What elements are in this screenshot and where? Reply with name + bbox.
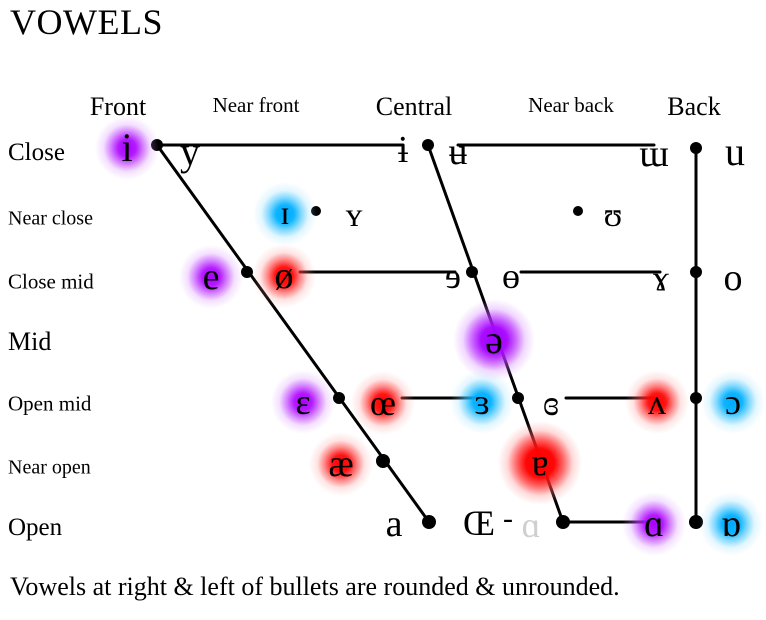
vowel-symbol[interactable]: ø — [275, 257, 294, 295]
vowel-symbol[interactable]: œ — [370, 385, 396, 421]
vowel-symbol[interactable]: ɐ — [532, 444, 549, 482]
vowel-symbol[interactable]: ʊ — [604, 199, 623, 233]
row-label-near-close: Near close — [8, 207, 93, 230]
vowel-symbol[interactable]: ɪ — [280, 197, 289, 231]
column-header-back: Back — [667, 92, 721, 121]
vowel-symbol[interactable]: ɞ — [543, 385, 559, 421]
vowel-symbol[interactable]: e — [203, 258, 220, 296]
row-label-open-mid: Open mid — [8, 391, 92, 416]
vowel-symbol[interactable]: ɤ — [653, 260, 669, 296]
vowel-symbol[interactable]: ʌ — [648, 384, 666, 420]
bullet-openmid-front — [333, 392, 345, 404]
page-title: VOWELS — [10, 2, 163, 42]
column-header-front: Front — [89, 92, 147, 121]
vowel-symbol[interactable]: ɒ — [721, 505, 741, 543]
bullet-close-front — [151, 139, 163, 151]
row-label-open: Open — [8, 514, 63, 541]
vowel-symbol[interactable]: ɑ — [522, 507, 541, 543]
bullet-open-back — [689, 515, 703, 529]
bullet-closemid-front — [241, 266, 253, 278]
vowel-symbol[interactable]: ɑ — [644, 505, 664, 543]
bullet-nearclose-back — [573, 206, 583, 216]
vowel-symbol[interactable]: ɘ — [445, 258, 461, 294]
vowel-chart: VOWELS Front Near front Central Near back Ba… — [0, 0, 766, 620]
vowel-symbol[interactable]: i — [121, 128, 132, 168]
bullet-close-back — [690, 142, 702, 154]
bullet-closemid-back — [690, 266, 702, 278]
bullet-open-central — [556, 515, 570, 529]
vowel-symbol[interactable]: ʉ — [449, 133, 468, 171]
vowel-symbol[interactable]: y — [180, 132, 200, 172]
row-label-near-open: Near open — [8, 456, 91, 479]
vowel-symbol[interactable]: ɔ — [725, 384, 741, 420]
vowel-symbol[interactable]: ʏ — [346, 199, 363, 233]
vowel-symbol[interactable]: æ — [328, 445, 353, 483]
vowel-symbol[interactable]: a — [386, 505, 403, 543]
front-diagonal — [155, 143, 431, 524]
row-label-close-mid: Close mid — [8, 269, 94, 294]
row-label-close: Close — [8, 139, 65, 166]
vowel-symbol[interactable]: Œ — [463, 505, 495, 541]
column-header-central: Central — [375, 92, 453, 121]
vowel-symbol[interactable]: ɵ — [502, 258, 520, 294]
vowel-symbol[interactable]: ɯ — [639, 135, 669, 173]
bullet-nearclose-front — [311, 206, 321, 216]
bullet-closemid-central — [466, 266, 478, 278]
footer-note: Vowels at right & left of bullets are ro… — [10, 572, 620, 601]
vowel-symbol[interactable]: u — [725, 132, 745, 172]
bullet-openmid-central — [512, 392, 524, 404]
vowel-symbol[interactable]: - — [503, 504, 513, 534]
vowel-symbol[interactable]: ɛ — [295, 384, 310, 420]
vowel-symbol[interactable]: ɜ — [474, 384, 489, 420]
bullet-openmid-back — [690, 392, 702, 404]
bullet-nearopen-front — [376, 454, 390, 468]
vowel-symbol[interactable]: ə — [485, 320, 503, 360]
column-header-near-front: Near front — [212, 93, 300, 117]
row-label-mid: Mid — [8, 327, 52, 356]
column-header-near-back: Near back — [528, 93, 614, 117]
bullet-open-front — [422, 515, 436, 529]
vowel-symbol[interactable]: o — [724, 259, 743, 297]
vowel-symbol[interactable]: ɨ — [398, 131, 409, 169]
bullet-close-central — [422, 139, 434, 151]
